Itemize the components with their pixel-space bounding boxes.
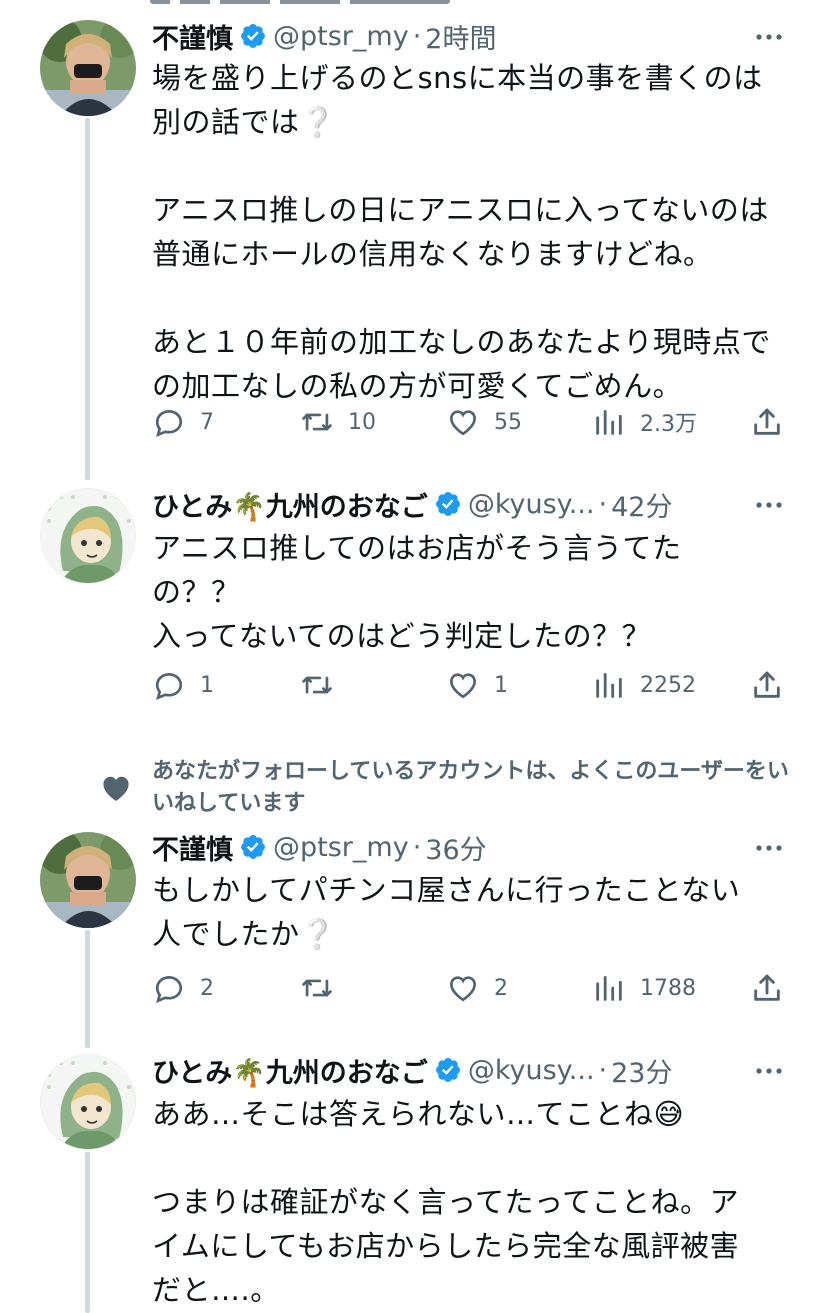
heart-icon (450, 673, 476, 699)
views-button[interactable]: 2252 (592, 665, 696, 705)
view-count: 2.3万 (640, 412, 697, 437)
retweet-icon (302, 979, 332, 997)
previous-tweet-remnant (150, 0, 450, 4)
like-button[interactable]: 55 (446, 402, 522, 442)
thread-line (85, 1152, 90, 1313)
share-button[interactable] (750, 665, 784, 705)
user-handle[interactable]: @kyusy... (468, 1055, 595, 1086)
more-options-icon[interactable] (752, 22, 786, 52)
user-handle[interactable]: @kyusy... (468, 489, 595, 520)
more-options-icon[interactable] (752, 833, 786, 863)
reply-count: 7 (200, 409, 214, 435)
timestamp[interactable]: 23分 (611, 1051, 672, 1090)
views-chart-icon (596, 672, 622, 698)
like-count: 1 (494, 672, 508, 698)
reply-icon (155, 976, 183, 1004)
timestamp[interactable]: 2時間 (425, 17, 496, 56)
social-context-text: あなたがフォローしているアカウントは、よくこのユーザーをいいねしています (152, 759, 789, 816)
reply-button[interactable]: 2 (152, 968, 214, 1008)
heart-filled-icon (98, 770, 134, 806)
tweet-header: 不謹慎 @ptsr_my · 2時間 (152, 16, 496, 56)
tweet-header: ひとみ🌴九州のおなご @kyusy... · 42分 (152, 484, 672, 524)
avatar[interactable] (40, 1054, 136, 1150)
avatar[interactable] (40, 832, 136, 928)
views-button[interactable]: 1788 (592, 968, 696, 1008)
separator-dot: · (598, 488, 608, 520)
reply-button[interactable]: 1 (152, 665, 214, 705)
user-handle[interactable]: @ptsr_my (273, 832, 409, 863)
like-button[interactable]: 2 (446, 968, 508, 1008)
verified-badge-icon (434, 1056, 462, 1084)
more-options-icon[interactable] (752, 490, 786, 520)
share-button[interactable] (750, 968, 784, 1008)
verified-badge-icon (239, 833, 267, 861)
heart-icon (450, 410, 476, 436)
views-chart-icon (596, 409, 622, 435)
views-button[interactable]: 2.3万 (592, 402, 697, 442)
tweet-text: ああ…そこは答えられない…てことね😅 つまりは確証がなく言ってたってことね。ア … (152, 1097, 740, 1307)
separator-dot: · (412, 831, 422, 863)
thread-line (85, 930, 90, 1048)
view-count: 2252 (640, 672, 696, 698)
timestamp[interactable]: 36分 (425, 828, 486, 867)
display-name[interactable]: 不謹慎 (152, 17, 233, 56)
avatar[interactable] (40, 20, 136, 116)
views-chart-icon (596, 975, 622, 1001)
tweet-actions: 7 10 55 2.3万 (152, 402, 792, 442)
separator-dot: · (412, 20, 422, 52)
share-icon (754, 974, 780, 1001)
reply-count: 1 (200, 672, 214, 698)
heart-icon (450, 976, 476, 1002)
tweet-text: もしかしてパチンコ屋さんに行ったことない 人でしたか❔ (152, 873, 741, 951)
share-button[interactable] (750, 402, 784, 442)
share-icon (754, 408, 780, 435)
tweet-actions: 1 1 2252 (152, 665, 792, 705)
like-count: 2 (494, 975, 508, 1001)
verified-badge-icon (434, 490, 462, 518)
reply-button[interactable]: 7 (152, 402, 214, 442)
tweet-header: 不謹慎 @ptsr_my · 36分 (152, 827, 487, 867)
like-button[interactable]: 1 (446, 665, 508, 705)
reply-icon (155, 673, 183, 701)
retweet-button[interactable] (300, 665, 334, 705)
separator-dot: · (598, 1054, 608, 1086)
thread-line (85, 118, 90, 480)
display-name[interactable]: ひとみ🌴九州のおなご (152, 1051, 428, 1090)
reply-count: 2 (200, 975, 214, 1001)
view-count: 1788 (640, 975, 696, 1001)
share-icon (754, 671, 780, 698)
verified-badge-icon (239, 22, 267, 50)
tweet-actions: 2 2 1788 (152, 968, 792, 1008)
user-handle[interactable]: @ptsr_my (273, 21, 409, 52)
avatar[interactable] (40, 488, 136, 584)
retweet-icon (302, 676, 332, 694)
tweet-text: アニスロ推してのはお店がそう言うてた の？？ 入ってないてのはどう判定したの？？ (152, 531, 682, 653)
tweet-text: 場を盛り上げるのとsnsに本当の事を書くのは 別の話では❔ アニスロ推しの日にア… (152, 61, 771, 403)
retweet-button[interactable] (300, 968, 334, 1008)
more-options-icon[interactable] (752, 1056, 786, 1086)
retweet-count: 10 (348, 409, 376, 435)
retweet-icon (302, 413, 332, 431)
timestamp[interactable]: 42分 (611, 485, 672, 524)
display-name[interactable]: ひとみ🌴九州のおなご (152, 485, 428, 524)
display-name[interactable]: 不謹慎 (152, 828, 233, 867)
retweet-button[interactable]: 10 (300, 402, 376, 442)
like-count: 55 (494, 409, 522, 435)
reply-icon (155, 410, 183, 438)
tweet-header: ひとみ🌴九州のおなご @kyusy... · 23分 (152, 1050, 672, 1090)
